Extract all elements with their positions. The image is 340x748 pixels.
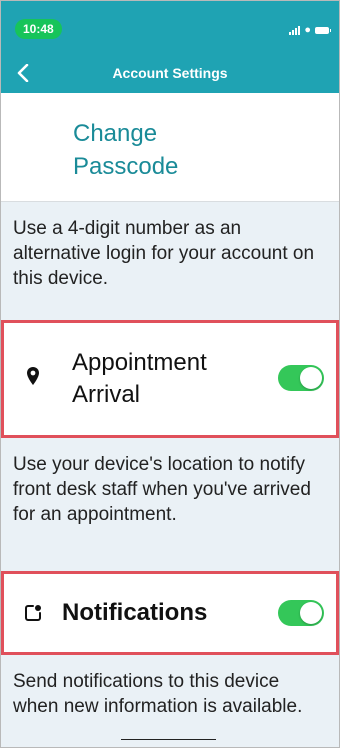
battery-icon <box>315 26 331 34</box>
appointment-arrival-row: Appointment Arrival <box>1 320 339 438</box>
passcode-description: Use a 4-digit number as an alternative l… <box>1 202 339 320</box>
change-passcode-link[interactable]: Change Passcode <box>73 117 178 183</box>
map-pin-icon <box>24 365 42 387</box>
toggle-knob <box>300 602 322 624</box>
page-title: Account Settings <box>112 65 228 81</box>
change-passcode-label-line2: Passcode <box>73 153 179 180</box>
notifications-row: Notifications <box>1 571 339 655</box>
chevron-left-icon <box>17 64 29 82</box>
appointment-arrival-toggle[interactable] <box>278 365 324 391</box>
status-time: 10:48 <box>15 19 62 39</box>
appointment-arrival-label: Appointment Arrival <box>72 349 207 408</box>
appointment-arrival-description: Use your device's location to notify fro… <box>1 438 339 571</box>
notification-badge-icon <box>24 602 42 624</box>
notifications-toggle[interactable] <box>278 600 324 626</box>
header-bar: 10:48 ● Account Settings <box>1 1 339 93</box>
toggle-knob <box>300 367 322 389</box>
status-icons: ● <box>289 23 331 36</box>
notifications-description: Send notifications to this device when n… <box>1 655 339 747</box>
wifi-icon: ● <box>304 23 311 36</box>
change-passcode-row: Change Passcode <box>1 93 339 202</box>
change-passcode-label-line1: Change <box>73 120 158 147</box>
notifications-description-text: Send notifications to this device when n… <box>13 671 303 717</box>
strikethrough-mark <box>121 739 216 740</box>
signal-icon <box>289 25 301 35</box>
notifications-label: Notifications <box>62 599 208 626</box>
app-screen: 10:48 ● Account Settings Change Passcode… <box>0 0 340 748</box>
back-button[interactable] <box>11 61 35 85</box>
